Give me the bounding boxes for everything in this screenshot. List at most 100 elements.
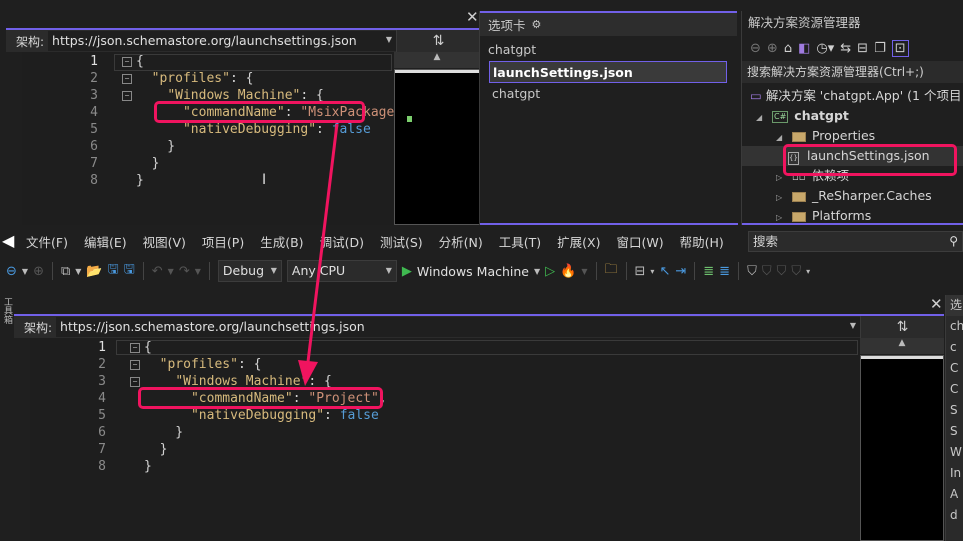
- schema-dropdown[interactable]: https://json.schemastore.org/launchsetti…: [56, 317, 860, 337]
- tree-item-project[interactable]: ◢ C# chatgpt: [742, 106, 963, 126]
- right-panel-item[interactable]: C: [946, 358, 963, 379]
- show-all-files-icon[interactable]: ⊡: [891, 39, 909, 57]
- scroll-up-button[interactable]: ▲: [860, 338, 944, 354]
- collapse-icon[interactable]: −: [122, 90, 132, 101]
- collapse-icon[interactable]: −: [122, 73, 132, 84]
- right-panel-item[interactable]: S: [946, 421, 963, 442]
- next-bookmark-icon[interactable]: ⛉: [777, 264, 787, 279]
- minimap[interactable]: [394, 69, 480, 225]
- menu-window[interactable]: 窗口(W): [616, 232, 663, 251]
- search-input[interactable]: 搜索 ⚲: [748, 231, 963, 252]
- collapse-all-icon[interactable]: ⊟: [857, 41, 868, 56]
- menu-analyze[interactable]: 分析(N): [439, 232, 483, 251]
- expanded-icon[interactable]: ◢: [756, 108, 768, 128]
- toolbox-side-tab[interactable]: 工具箱: [0, 297, 12, 324]
- menu-file[interactable]: 文件(F): [26, 232, 68, 251]
- comment-icon[interactable]: ≣: [719, 264, 730, 279]
- tab-item-selected[interactable]: launchSettings.json: [489, 61, 727, 83]
- forward-icon[interactable]: ⊕: [767, 41, 778, 56]
- save-icon[interactable]: 🖫: [108, 260, 119, 282]
- code-line[interactable]: 8}: [30, 458, 860, 475]
- code-line[interactable]: 6 }: [22, 138, 394, 155]
- right-panel-item[interactable]: C: [946, 379, 963, 400]
- menu-tools[interactable]: 工具(T): [499, 232, 541, 251]
- back-icon[interactable]: ⊖: [750, 41, 761, 56]
- copy-icon[interactable]: ❐: [874, 41, 886, 56]
- right-panel-item[interactable]: d: [946, 505, 963, 526]
- live-property-icon[interactable]: ⇥: [675, 264, 686, 279]
- start-debugging-icon[interactable]: ▶: [402, 264, 412, 279]
- undo-icon[interactable]: ↶: [152, 264, 163, 279]
- switch-views-icon[interactable]: ◧: [798, 41, 810, 56]
- code-line[interactable]: 2 − "profiles": {: [30, 356, 860, 373]
- menu-help[interactable]: 帮助(H): [680, 232, 724, 251]
- tab-item[interactable]: chatgpt: [480, 83, 737, 105]
- indent-icon[interactable]: ≣: [703, 264, 714, 279]
- collapsed-icon[interactable]: ▷: [776, 188, 788, 208]
- menu-debug[interactable]: 调试(D): [320, 232, 364, 251]
- close-icon[interactable]: ✕: [466, 10, 479, 25]
- tree-item-resharper[interactable]: ▷ _ReSharper.Caches: [742, 186, 963, 206]
- redo-icon[interactable]: ↷: [179, 264, 190, 279]
- menu-view[interactable]: 视图(V): [143, 232, 186, 251]
- tree-item-solution[interactable]: ▭ 解决方案 'chatgpt.App' (1 个项目: [742, 86, 963, 106]
- new-project-icon[interactable]: ⧉: [61, 264, 70, 279]
- code-line[interactable]: 7 }: [22, 155, 394, 172]
- clear-bookmarks-icon[interactable]: ⛉: [791, 264, 801, 279]
- code-line[interactable]: 8}: [22, 172, 394, 189]
- code-line[interactable]: 2 − "profiles": {: [22, 70, 394, 87]
- code-line[interactable]: 7 }: [30, 441, 860, 458]
- schema-dropdown[interactable]: https://json.schemastore.org/launchsetti…: [48, 31, 396, 51]
- platform-dropdown[interactable]: Any CPU ▼: [286, 260, 397, 282]
- open-folder-icon[interactable]: 📂: [86, 264, 102, 279]
- chevron-down-icon[interactable]: ▼: [534, 267, 540, 276]
- chevron-down-icon[interactable]: ▼: [195, 267, 201, 276]
- code-line[interactable]: 5 "nativeDebugging": false: [22, 121, 394, 138]
- chevron-down-icon[interactable]: ▼: [168, 267, 174, 276]
- menu-build[interactable]: 生成(B): [260, 232, 303, 251]
- right-panel-item[interactable]: W: [946, 442, 963, 463]
- chevron-down-icon[interactable]: ▼: [22, 267, 28, 276]
- code-editor[interactable]: 1−{2− "profiles": {3− "Windows Machine":…: [30, 338, 860, 541]
- scroll-up-button[interactable]: ▲: [394, 52, 480, 68]
- split-window-button[interactable]: ⇅: [396, 30, 480, 52]
- prev-bookmark-icon[interactable]: ⛉: [762, 264, 772, 279]
- chevron-down-icon[interactable]: ▼: [75, 267, 81, 276]
- hot-reload-icon[interactable]: 🔥: [560, 264, 576, 279]
- sync-icon[interactable]: ⇆: [840, 41, 851, 56]
- right-panel-item[interactable]: ch: [946, 316, 963, 337]
- right-panel-item[interactable]: A: [946, 484, 963, 505]
- bookmark-icon[interactable]: ⛉: [747, 264, 757, 279]
- menu-extensions[interactable]: 扩展(X): [557, 232, 600, 251]
- menu-edit[interactable]: 编辑(E): [84, 232, 127, 251]
- menu-test[interactable]: 测试(S): [380, 232, 423, 251]
- gear-icon[interactable]: ⚙: [532, 18, 542, 31]
- chevron-down-icon[interactable]: ▼: [581, 267, 587, 276]
- tab-item[interactable]: chatgpt: [480, 39, 737, 61]
- overflow-icon[interactable]: ▾: [806, 267, 810, 276]
- find-in-files-icon[interactable]: 🗀: [605, 260, 618, 282]
- minimap[interactable]: [860, 355, 944, 541]
- right-panel-item[interactable]: In: [946, 463, 963, 484]
- pending-changes-icon[interactable]: ◷▾: [816, 41, 834, 56]
- save-all-icon[interactable]: 🖫: [124, 260, 135, 282]
- right-panel-item[interactable]: c: [946, 337, 963, 358]
- navigate-back-icon[interactable]: ⊖: [6, 264, 17, 279]
- collapse-icon[interactable]: −: [130, 359, 140, 370]
- solution-search-input[interactable]: 搜索解决方案资源管理器(Ctrl+;): [742, 61, 963, 83]
- code-line[interactable]: 6 }: [30, 424, 860, 441]
- run-target-button[interactable]: Windows Machine: [417, 264, 529, 279]
- start-without-debugging-icon[interactable]: ▷: [545, 264, 555, 279]
- code-line[interactable]: 5 "nativeDebugging": false: [30, 407, 860, 424]
- navigate-forward-icon[interactable]: ⊕: [33, 264, 44, 279]
- select-element-icon[interactable]: ↖: [659, 264, 670, 279]
- menu-project[interactable]: 项目(P): [202, 232, 244, 251]
- home-icon[interactable]: ⌂: [784, 41, 792, 56]
- right-panel-item[interactable]: S: [946, 400, 963, 421]
- collapse-icon[interactable]: −: [130, 376, 140, 387]
- overflow-icon[interactable]: ▾: [650, 267, 654, 276]
- tree-item-properties[interactable]: ◢ Properties: [742, 126, 963, 146]
- close-icon[interactable]: ✕: [930, 297, 943, 312]
- code-editor[interactable]: 1−{2− "profiles": {3− "Windows Machine":…: [22, 52, 410, 225]
- configuration-dropdown[interactable]: Debug ▼: [217, 260, 282, 282]
